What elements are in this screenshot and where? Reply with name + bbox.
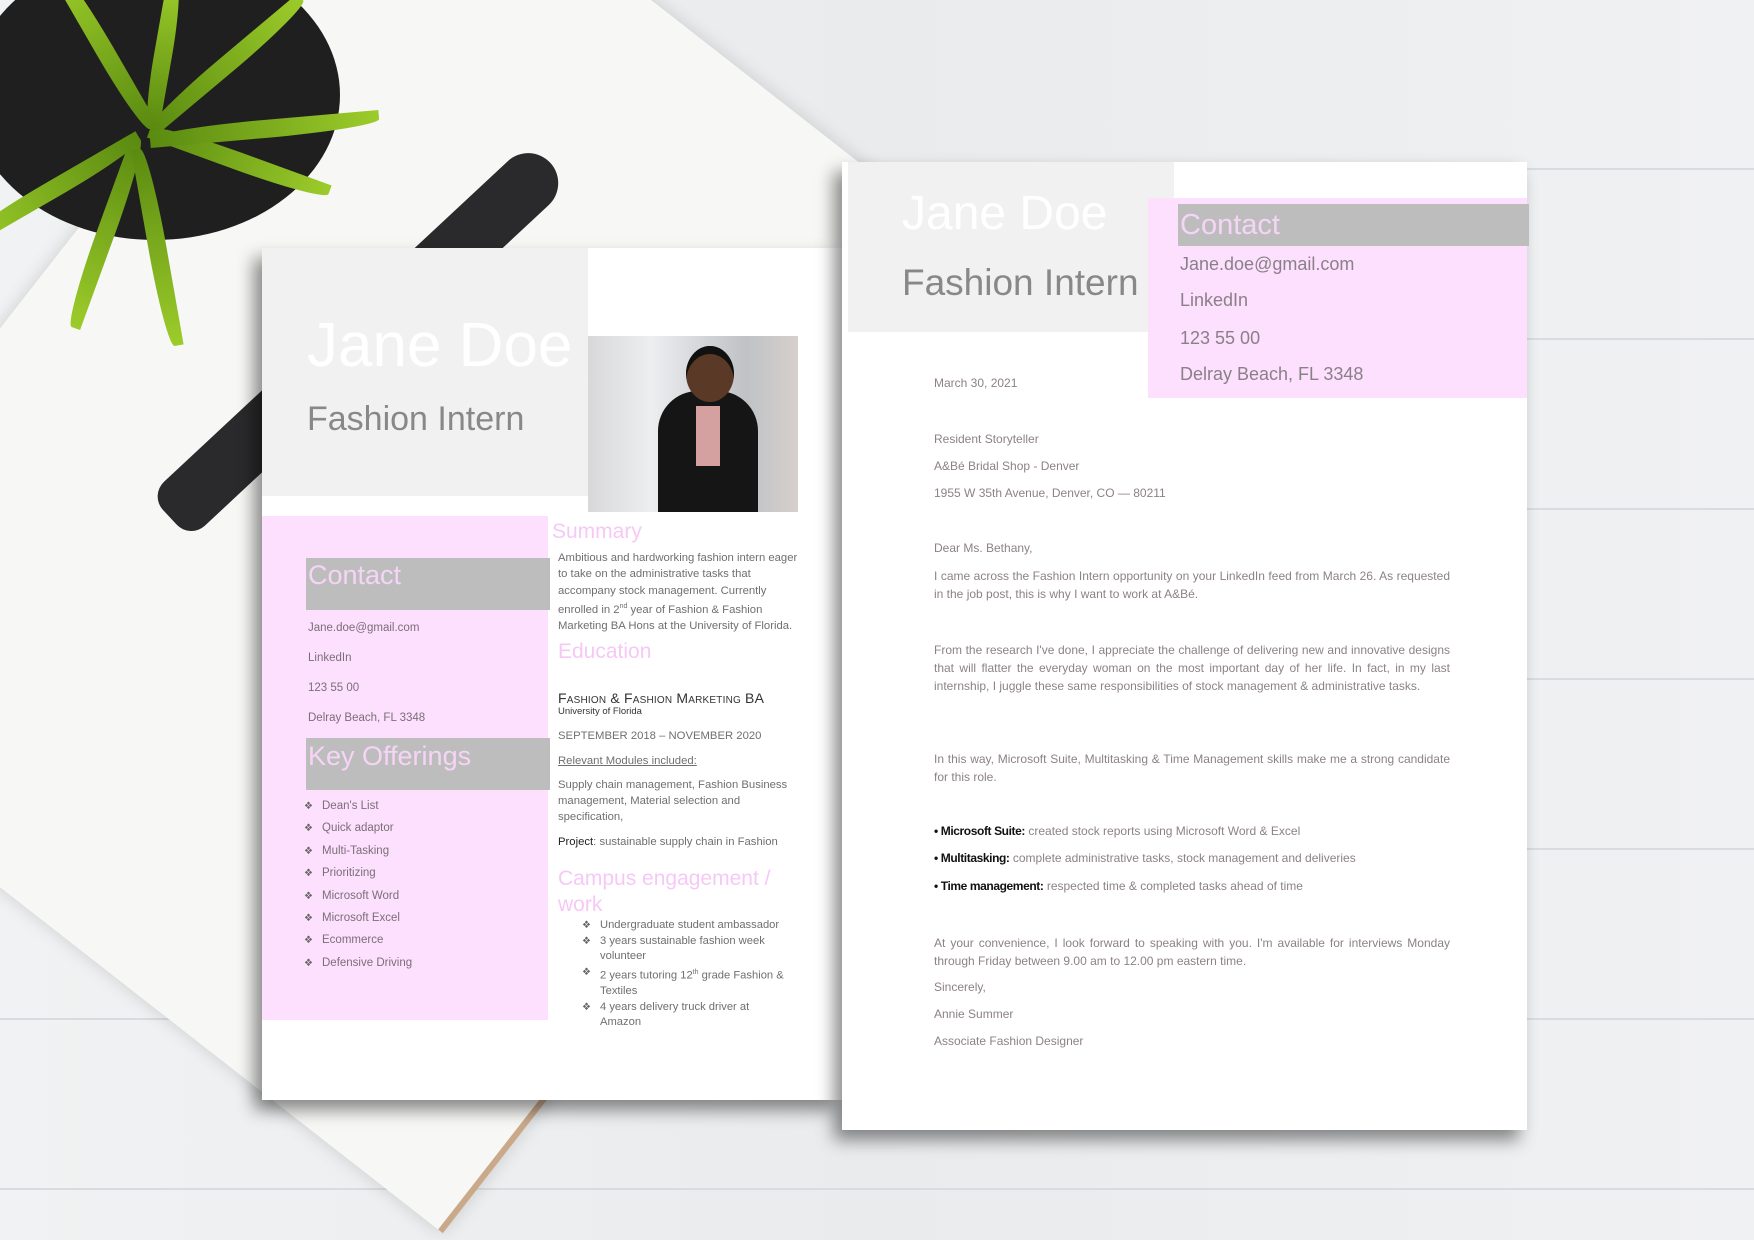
list-item: ❖ 3 years sustainable fashion week volunt… [582, 934, 765, 963]
list-item: ❖ Microsoft Word [304, 890, 412, 912]
bullet-icon: ❖ [582, 1001, 591, 1013]
recipient-line: Resident Storyteller [934, 432, 1039, 446]
bullet-icon: ❖ [582, 966, 591, 978]
list-item: ❖ Multi-Tasking [304, 845, 412, 867]
bullet-icon: ❖ [304, 935, 313, 947]
list-item: ❖ Defensive Driving [304, 957, 412, 979]
signer-title: Associate Fashion Designer [934, 1034, 1084, 1048]
contact-email: Jane.doe@gmail.com [1180, 254, 1355, 274]
degree-title: Fashion & Fashion Marketing BA [558, 690, 765, 707]
letter-paragraph: I came across the Fashion Intern opportu… [934, 569, 1450, 601]
bullet-icon: ❖ [582, 935, 591, 947]
cover-letter-page: Jane Doe Fashion Intern Contact Jane.doe… [842, 162, 1529, 1130]
offering-text: Ecommerce [322, 934, 384, 947]
cover-job-title: Fashion Intern [902, 262, 1139, 303]
contact-linkedin: LinkedIn [1180, 290, 1249, 310]
list-item: ❖ Undergraduate student ambassador [580, 918, 790, 934]
contact-location: Delray Beach, FL 3348 [308, 712, 426, 724]
summary-heading: Summary [552, 520, 642, 543]
recipient-line: 1955 W 35th Avenue, Denver, CO — 80211 [934, 486, 1166, 500]
offering-text: Quick adaptor [322, 822, 394, 835]
offering-text: Microsoft Word [322, 889, 400, 902]
cover-header: Jane Doe Fashion Intern [848, 162, 1174, 332]
letter-paragraph: In this way, Microsoft Suite, Multitaski… [934, 752, 1450, 784]
offering-text: Defensive Driving [322, 956, 413, 969]
key-offerings-list: ❖ Dean's List ❖ Quick adaptor ❖ Multi-Taski… [304, 800, 412, 979]
skill-line: • Multitasking: complete administrative … [934, 851, 1356, 865]
cover-name: Jane Doe [902, 187, 1108, 240]
recipient-line: A&Bé Bridal Shop - Denver [934, 459, 1080, 473]
skill-line: • Time management: respected time & comp… [934, 879, 1303, 893]
bullet-icon: ❖ [304, 957, 313, 969]
education-heading: Education [558, 640, 652, 664]
resume-header: Jane Doe Fashion Intern [262, 248, 588, 496]
signer-name: Annie Summer [934, 1007, 1014, 1021]
profile-photo [588, 336, 798, 512]
summary-text: Ambitious and hardworking fashion intern… [558, 552, 798, 632]
bullet-icon: ❖ [582, 920, 591, 932]
contact-heading: Contact [1178, 204, 1529, 246]
letter-paragraph: From the research I've done, I appreciat… [934, 643, 1450, 693]
bullet-icon: ❖ [304, 868, 313, 880]
skill-line: • Microsoft Suite: created stock reports… [934, 824, 1301, 838]
letter-date: March 30, 2021 [934, 376, 1018, 390]
offering-text: Multi-Tasking [322, 844, 390, 857]
resume-sidebar: Contact Jane.doe@gmail.com LinkedIn 123 … [262, 516, 550, 1020]
list-item: ❖ Dean's List [304, 800, 412, 822]
project-text: Project: sustainable supply chain in Fas… [558, 835, 778, 848]
list-item: ❖ Prioritizing [304, 867, 412, 889]
campus-heading: Campus engagement / work [558, 867, 771, 917]
bullet-icon: ❖ [304, 823, 313, 835]
offering-text: Microsoft Excel [322, 911, 400, 924]
list-item: ❖ 4 years delivery truck driver at Amazon [582, 1000, 750, 1029]
contact-email: Jane.doe@gmail.com [308, 622, 420, 634]
cover-contact-block: Contact Jane.doe@gmail.com LinkedIn 123 … [1148, 198, 1529, 398]
signoff: Sincerely, [934, 980, 986, 994]
modules-text: Supply chain management, Fashion Busines… [558, 778, 788, 824]
school-name: University of Florida [558, 706, 642, 718]
closing-paragraph: At your convenience, I look forward to s… [934, 936, 1450, 968]
bullet-icon: ❖ [304, 912, 313, 924]
list-item: ❖ 2 years tutoring 12th grade Fashion & T… [582, 966, 784, 998]
bullet-icon: ❖ [304, 845, 313, 857]
resume-job-title: Fashion Intern [307, 400, 525, 438]
contact-linkedin: LinkedIn [308, 652, 352, 664]
resume-main-column: Summary Ambitious and hardworking fashio… [552, 520, 802, 1031]
contact-phone: 123 55 00 [308, 682, 360, 694]
list-item: ❖ Ecommerce [304, 934, 412, 956]
contact-phone: 123 55 00 [1180, 328, 1261, 348]
offering-text: Prioritizing [322, 867, 376, 880]
list-item: ❖ Quick adaptor [304, 822, 412, 844]
resume-page: Jane Doe Fashion Intern Contact Jane.doe… [262, 248, 842, 1100]
bullet-icon: ❖ [304, 801, 313, 812]
contact-heading: Contact [306, 558, 550, 610]
list-item: ❖ Microsoft Excel [304, 912, 412, 934]
education-dates: SEPTEMBER 2018 – NOVEMBER 2020 [558, 730, 762, 743]
key-offerings-heading: Key Offerings [306, 738, 550, 790]
offering-text: Dean's List [322, 800, 379, 812]
modules-label: Relevant Modules included: [558, 754, 697, 767]
salutation: Dear Ms. Bethany, [934, 541, 1033, 555]
resume-name: Jane Doe [307, 311, 573, 380]
bullet-icon: ❖ [304, 890, 313, 902]
campus-list: ❖ Undergraduate student ambassador ❖ 3 yea… [580, 918, 790, 1031]
